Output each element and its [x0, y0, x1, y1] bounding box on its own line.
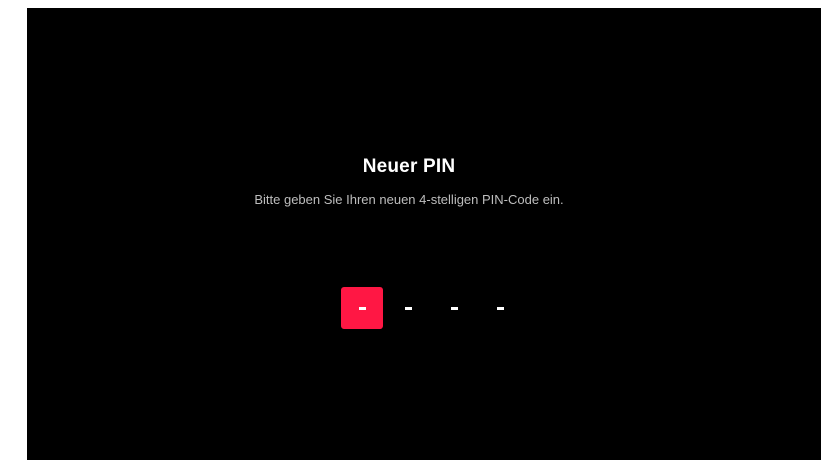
- page-subtitle: Bitte geben Sie Ihren neuen 4-stelligen …: [254, 192, 564, 207]
- pin-digit-4[interactable]: [479, 287, 521, 329]
- pin-digit-1[interactable]: [341, 287, 383, 329]
- pin-digit-2[interactable]: [387, 287, 429, 329]
- page-title: Neuer PIN: [362, 156, 456, 177]
- pin-digit-placeholder: [450, 306, 458, 310]
- pin-digit-placeholder: [404, 306, 412, 310]
- pin-digit-placeholder: [358, 306, 366, 310]
- pin-digit-placeholder: [496, 306, 504, 310]
- pin-digit-3[interactable]: [433, 287, 475, 329]
- pin-screen: Neuer PIN Bitte geben Sie Ihren neuen 4-…: [27, 8, 821, 460]
